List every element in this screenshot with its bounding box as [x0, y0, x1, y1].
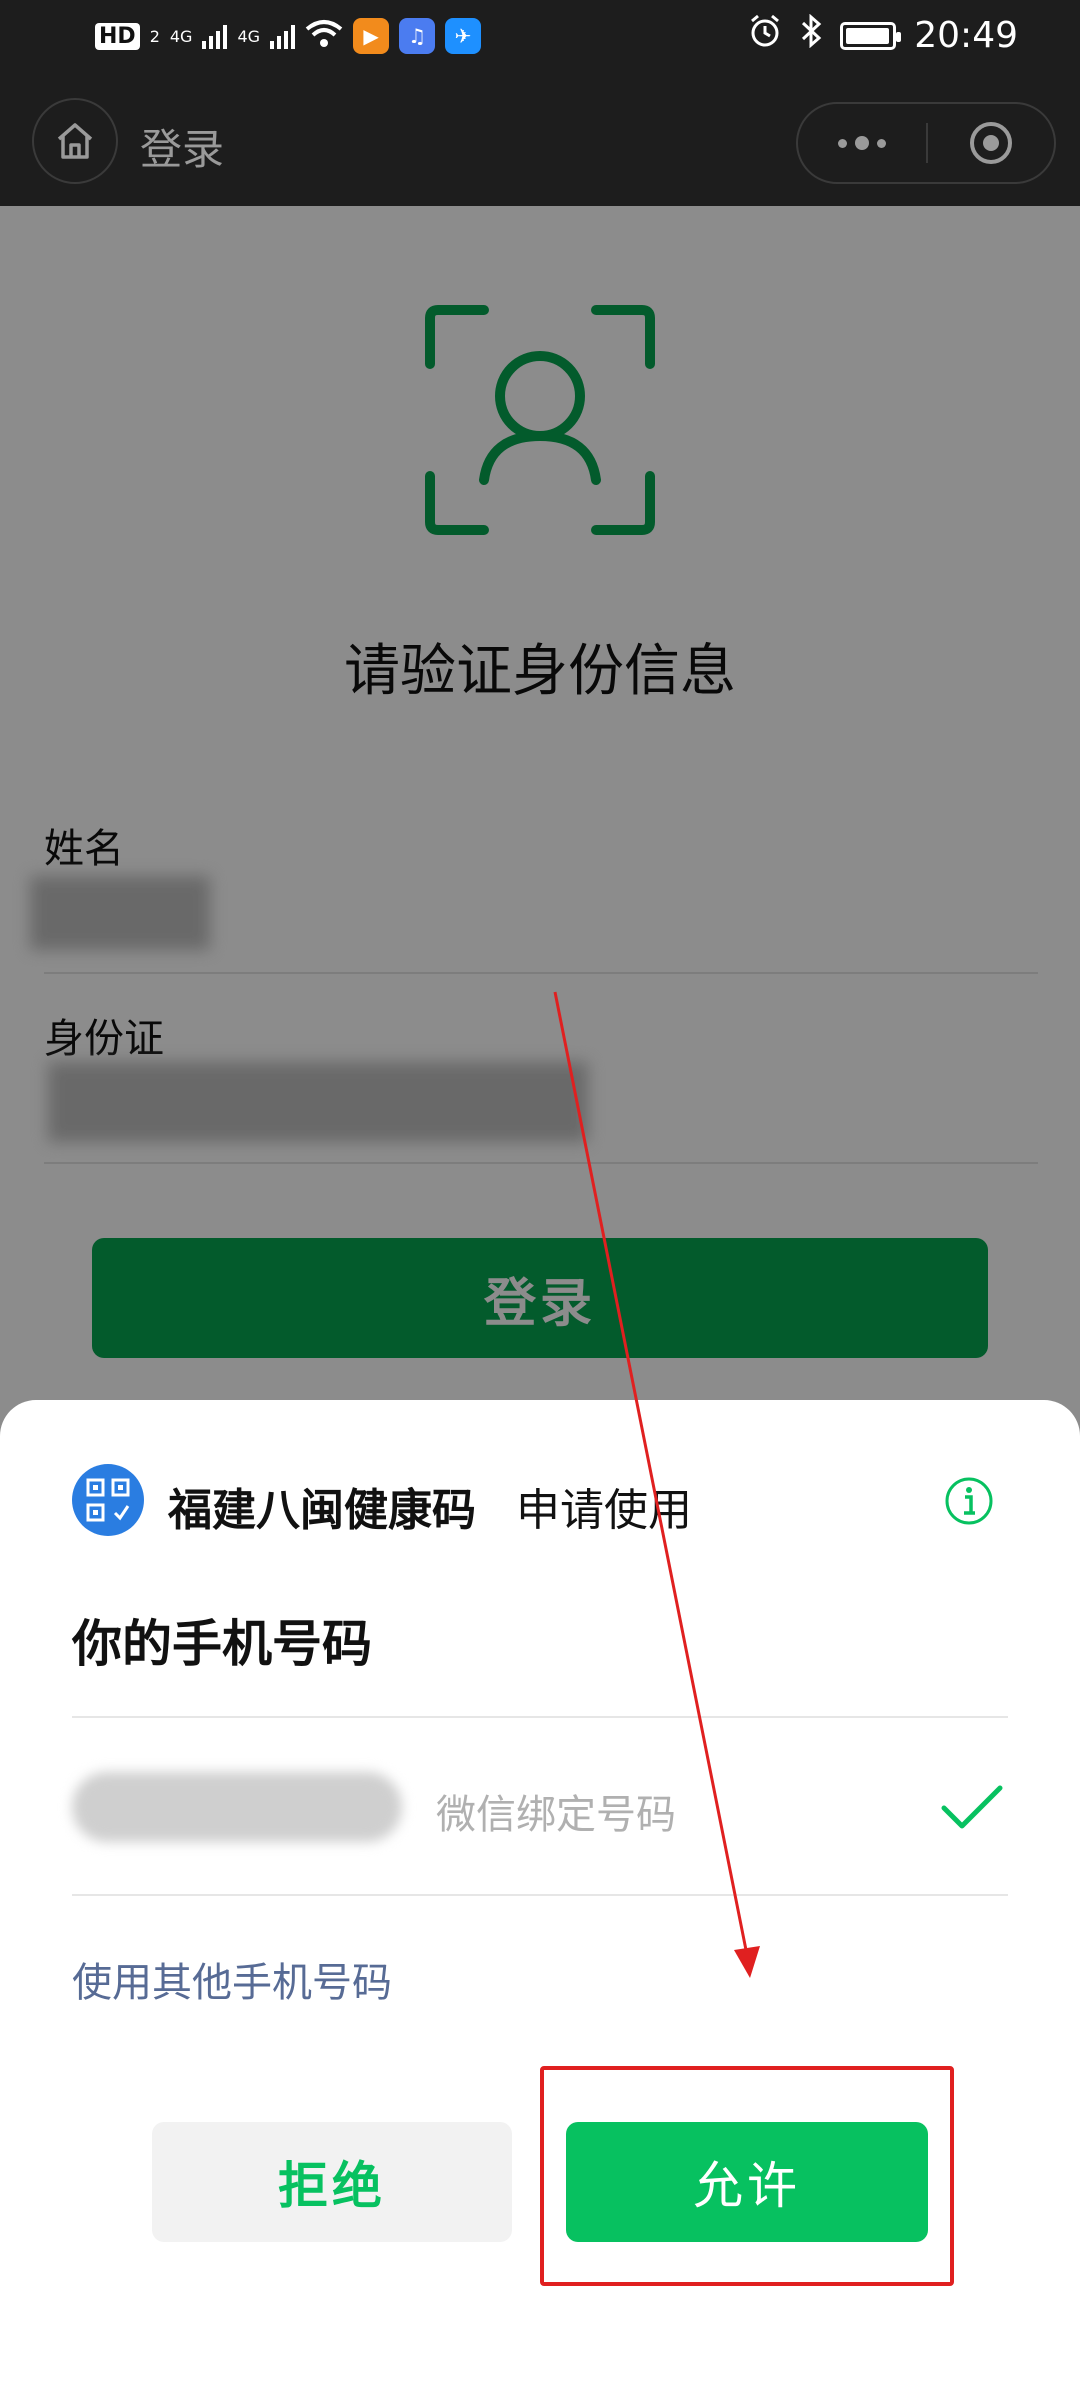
app-notification-icon: ▶ [353, 18, 390, 54]
network-type-1: 4G [169, 26, 193, 46]
annotation-highlight-box [540, 2066, 954, 2286]
more-button[interactable] [798, 104, 926, 182]
status-left-icons: HD 2 4G 4G ▶ ♫ ✈ [95, 18, 482, 54]
status-right-icons: 20:49 [748, 13, 1018, 57]
battery-icon [840, 21, 902, 50]
bound-phone-note: 微信绑定号码 [436, 1792, 676, 1838]
status-bar: HD 2 4G 4G ▶ ♫ ✈ 20:49 [0, 0, 1080, 80]
network-type-2: 4G [237, 26, 261, 46]
qr-code-icon [86, 1478, 130, 1522]
mini-program-nav-bar: 登录 [0, 80, 1080, 206]
sheet-divider [72, 1716, 1008, 1718]
info-icon [945, 1477, 993, 1525]
app-name: 福建八闽健康码 [168, 1485, 476, 1536]
feishu-app-icon: ✈ [445, 18, 482, 54]
music-app-icon: ♫ [399, 18, 436, 54]
alarm-icon [748, 14, 782, 57]
signal-icon [270, 23, 296, 49]
capsule-menu [796, 102, 1056, 184]
clock-time: 20:49 [914, 15, 1018, 56]
wifi-icon [305, 19, 343, 53]
app-logo [72, 1464, 144, 1536]
hd-badge: HD [95, 22, 140, 50]
sheet-title: 你的手机号码 [72, 1615, 372, 1673]
close-button[interactable] [928, 119, 1054, 167]
use-other-phone-link[interactable]: 使用其他手机号码 [72, 1950, 392, 2008]
close-target-icon [970, 122, 1012, 164]
selected-check-icon [940, 1782, 1004, 1836]
sheet-divider [72, 1894, 1008, 1896]
home-button[interactable] [32, 98, 118, 184]
bluetooth-icon [800, 13, 822, 57]
sim-indicator: 2 [149, 26, 160, 46]
phone-number-masked [72, 1772, 402, 1842]
reject-button[interactable]: 拒绝 [152, 2122, 512, 2242]
home-icon [57, 123, 93, 159]
page-title: 登录 [140, 125, 225, 174]
signal-icon [202, 23, 228, 49]
info-button[interactable] [944, 1476, 994, 1530]
request-text: 申请使用 [516, 1485, 692, 1536]
more-icon [838, 138, 847, 148]
